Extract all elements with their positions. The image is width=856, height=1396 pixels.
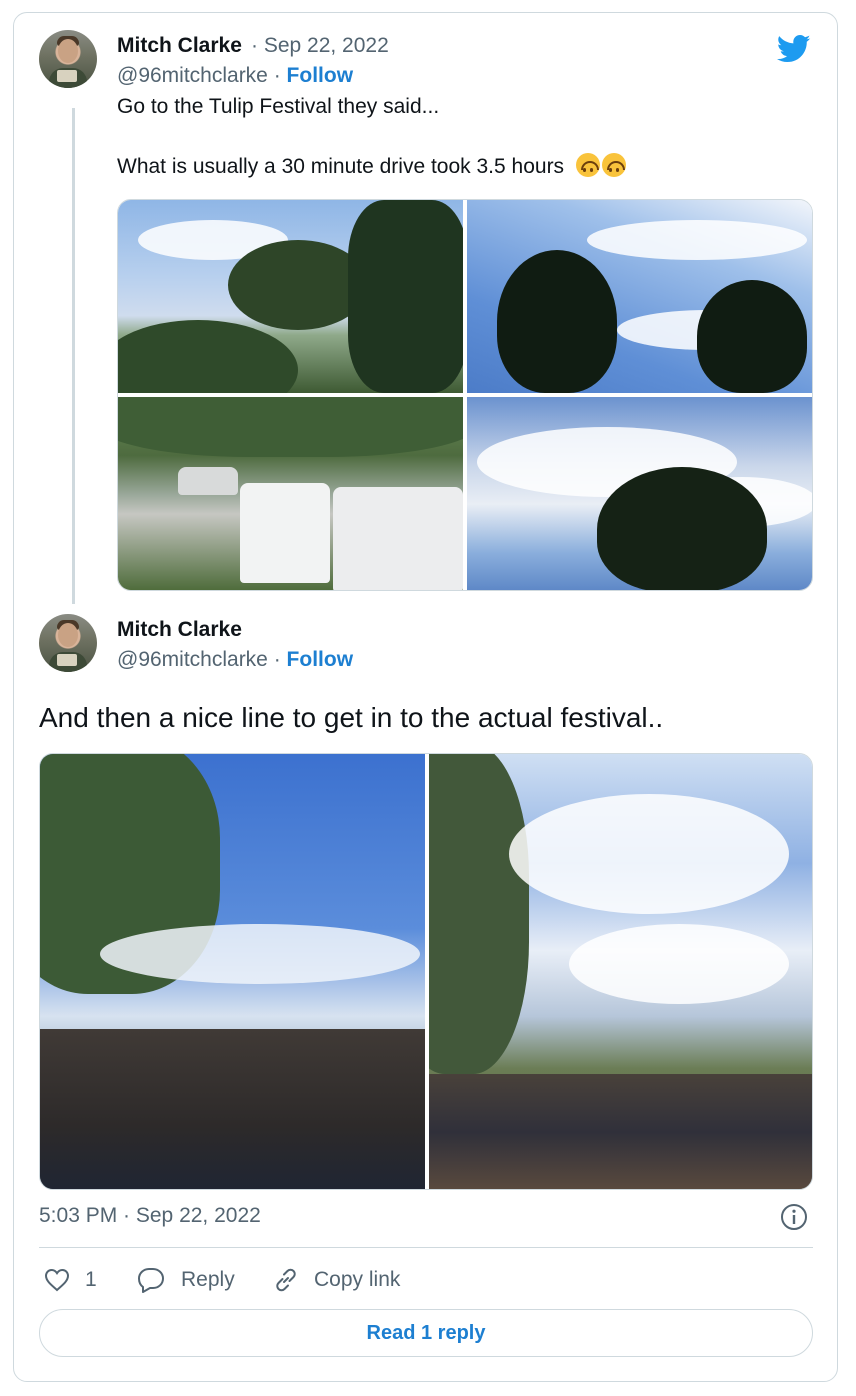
avatar[interactable] <box>39 30 97 88</box>
copy-link-label: Copy link <box>314 1268 401 1291</box>
photo-trees-hillside[interactable] <box>118 200 463 393</box>
reply-bubble-icon <box>138 1268 164 1293</box>
author-handle-row: @96mitchclarke · Follow <box>117 64 354 87</box>
reply-button[interactable]: Reply <box>137 1264 235 1296</box>
tweet2-media-grid <box>39 753 813 1190</box>
avatar[interactable] <box>39 614 97 672</box>
photo-tree-silhouette-sky[interactable] <box>467 200 812 393</box>
photo-traffic-jam-road[interactable] <box>118 397 463 590</box>
info-icon[interactable] <box>780 1203 808 1231</box>
date-text: Sep 22, 2022 <box>263 34 389 57</box>
author-handle[interactable]: @96mitchclarke <box>117 648 268 671</box>
author-name[interactable]: Mitch Clarke <box>117 34 242 58</box>
tweet1-line2: What is usually a 30 minute drive took 3… <box>117 155 565 178</box>
link-icon <box>276 1268 296 1292</box>
like-count: 1 <box>85 1268 97 1291</box>
reply-label: Reply <box>181 1268 235 1291</box>
author-handle-row: @96mitchclarke · Follow <box>117 648 354 671</box>
upside-down-face-emoji <box>575 153 600 177</box>
tweet1-media-grid <box>117 199 813 591</box>
photo-queue-crowd-left[interactable] <box>40 754 425 1189</box>
read-replies-button[interactable]: Read 1 reply <box>39 1309 813 1357</box>
author-handle[interactable]: @96mitchclarke <box>117 64 268 87</box>
tweet-timestamp[interactable]: 5:03 PM · Sep 22, 2022 <box>39 1204 261 1228</box>
thread-connector-line <box>72 108 75 604</box>
copy-link-button[interactable]: Copy link <box>272 1264 400 1296</box>
upside-down-face-emoji <box>601 153 626 177</box>
tweet2-text: And then a nice line to get in to the ac… <box>39 702 664 733</box>
tweet1-line2-row: What is usually a 30 minute drive took 3… <box>117 153 626 179</box>
twitter-bird-icon[interactable] <box>777 34 811 64</box>
follow-button[interactable]: Follow <box>287 648 354 671</box>
follow-button[interactable]: Follow <box>287 64 354 87</box>
photo-gum-tree-clouds[interactable] <box>467 397 812 590</box>
tweet-date[interactable]: · Sep 22, 2022 <box>251 34 389 58</box>
like-button[interactable]: 1 <box>44 1264 97 1296</box>
tweet1-line1: Go to the Tulip Festival they said... <box>117 95 440 118</box>
divider <box>39 1247 813 1248</box>
heart-icon <box>44 1268 70 1292</box>
author-name[interactable]: Mitch Clarke <box>117 618 242 642</box>
photo-queue-crowd-right[interactable] <box>429 754 812 1189</box>
